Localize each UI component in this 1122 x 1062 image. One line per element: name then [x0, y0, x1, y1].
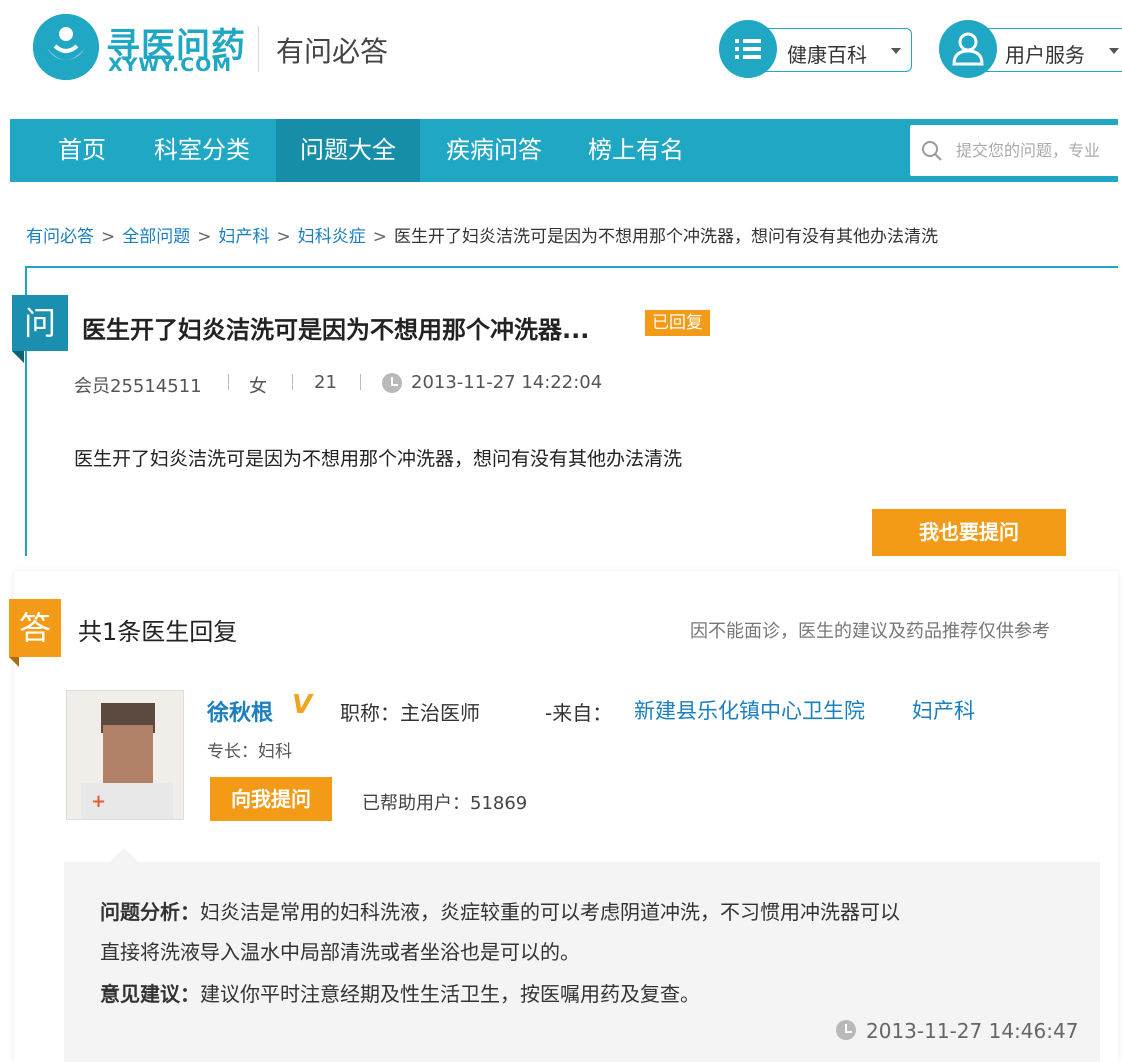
analysis-text: 妇炎洁是常用的妇科洗液，炎症较重的可以考虑阴道冲洗，不习惯用冲洗器可以 [200, 900, 900, 924]
advice-label: 意见建议： [100, 982, 200, 1006]
meta-divider [228, 374, 229, 390]
search-box[interactable] [910, 125, 1120, 176]
avatar-face [103, 725, 153, 787]
breadcrumb-current: 医生开了妇炎洁洗可是因为不想用那个冲洗器，想问有没有其他办法清洗 [394, 227, 938, 247]
site-logo[interactable] [33, 14, 99, 80]
nav-item-home[interactable]: 首页 [34, 119, 130, 182]
question-body: 医生开了妇炎洁洗可是因为不想用那个冲洗器，想问有没有其他办法清洗 [74, 448, 683, 470]
search-icon[interactable] [920, 139, 944, 167]
doctor-department-link[interactable]: 妇产科 [912, 695, 975, 725]
doctor-title: 职称：主治医师 [340, 701, 480, 725]
main-nav: 首页 科室分类 问题大全 疾病问答 榜上有名 [10, 119, 1120, 182]
breadcrumb-link-all-questions[interactable]: 全部问题 [122, 227, 190, 247]
status-badge: 已回复 [645, 310, 710, 336]
question-time: 2013-11-27 14:22:04 [411, 372, 603, 393]
asker-age: 21 [314, 372, 337, 393]
health-wiki-label: 健康百科 [787, 43, 867, 67]
doctor-hospital-link[interactable]: 新建县乐化镇中心卫生院 [634, 695, 865, 725]
meta-divider [360, 374, 361, 390]
ask-doctor-button[interactable]: 向我提问 [210, 777, 332, 821]
breadcrumb-separator: > [372, 227, 387, 247]
nav-item-all-questions[interactable]: 问题大全 [276, 119, 420, 182]
list-icon [719, 20, 777, 78]
question-badge: 问 [12, 295, 68, 351]
search-input[interactable] [956, 136, 1116, 164]
doctor-avatar[interactable]: + [66, 690, 184, 820]
doctor-specialty: 专长：妇科 [207, 742, 292, 762]
advice-text: 建议你平时注意经期及性生活卫生，按医嘱用药及复查。 [200, 982, 700, 1006]
brand-domain[interactable]: XYWY.COM [108, 54, 232, 76]
breadcrumb-separator: > [197, 227, 212, 247]
breadcrumb-separator: > [101, 227, 116, 247]
doctor-name[interactable]: 徐秋根 [207, 695, 273, 727]
verified-icon: V [292, 690, 313, 720]
asker-gender: 女 [249, 376, 267, 397]
reply-pointer [110, 848, 138, 862]
user-service-label: 用户服务 [1005, 43, 1085, 67]
medical-cross-icon: + [91, 791, 107, 812]
header-divider [258, 26, 259, 72]
breadcrumb-separator: > [276, 227, 291, 247]
breadcrumb-link-inflammation[interactable]: 妇科炎症 [298, 227, 366, 247]
nav-item-departments[interactable]: 科室分类 [136, 119, 268, 182]
reply-analysis-line1: 问题分析：妇炎洁是常用的妇科洗液，炎症较重的可以考虑阴道冲洗，不习惯用冲洗器可以 [100, 896, 900, 925]
breadcrumb: 有问必答 > 全部问题 > 妇产科 > 妇科炎症 > 医生开了妇炎洁洗可是因为不想用那个冲洗器，… [26, 222, 938, 247]
user-icon [939, 20, 997, 78]
clock-icon [836, 1020, 856, 1040]
reply-analysis-line2: 直接将洗液导入温水中局部清洗或者坐浴也是可以的。 [100, 940, 580, 964]
chevron-down-icon [891, 48, 901, 54]
analysis-label: 问题分析： [100, 900, 200, 924]
health-wiki-menu[interactable]: 健康百科 [719, 20, 912, 78]
meta-divider [292, 374, 293, 390]
chevron-down-icon [1109, 48, 1119, 54]
disclaimer: 因不能面诊，医生的建议及药品推荐仅供参考 [690, 621, 1050, 642]
reply-advice: 意见建议：建议你平时注意经期及性生活卫生，按医嘱用药及复查。 [100, 978, 700, 1007]
clock-icon [382, 373, 402, 393]
answer-badge-fold [9, 657, 19, 667]
ask-question-button[interactable]: 我也要提问 [872, 509, 1066, 556]
reply-time: 2013-11-27 14:46:47 [866, 1019, 1079, 1043]
answer-count: 共1条医生回复 [78, 618, 238, 646]
section-title[interactable]: 有问必答 [276, 30, 388, 70]
doctor-from-label: -来自： [545, 701, 613, 725]
breadcrumb-link-wenda[interactable]: 有问必答 [26, 227, 94, 247]
nav-item-rankings[interactable]: 榜上有名 [570, 119, 702, 182]
question-badge-fold [12, 351, 24, 363]
helped-users-count: 已帮助用户：51869 [362, 793, 528, 814]
user-service-menu[interactable]: 用户服务 [939, 20, 1122, 78]
answer-badge: 答 [9, 599, 61, 657]
question-title: 医生开了妇炎洁洗可是因为不想用那个冲洗器... [82, 316, 590, 344]
breadcrumb-link-gynecology[interactable]: 妇产科 [219, 227, 270, 247]
asker-member: 会员25514511 [74, 376, 202, 397]
nav-item-disease-qa[interactable]: 疾病问答 [428, 119, 560, 182]
